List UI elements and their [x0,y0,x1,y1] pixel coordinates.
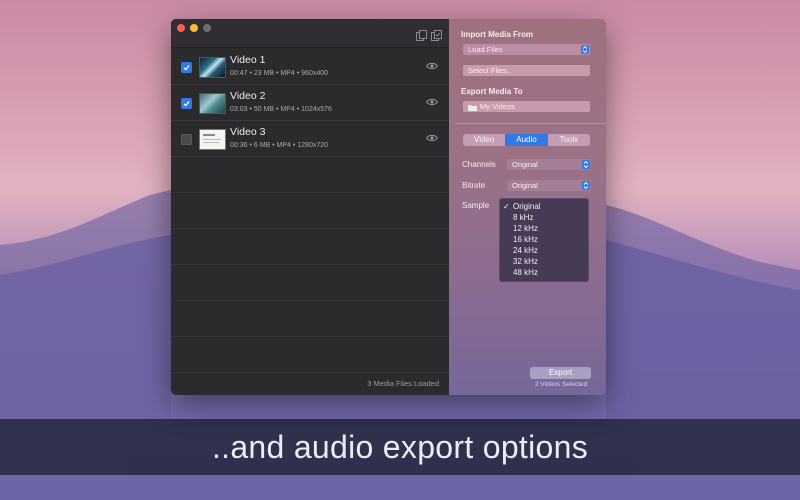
caption-text: ..and audio export options [211,428,589,465]
video-3-title: Video 3 [230,126,266,138]
sample-option-16khz[interactable]: 16 kHz [500,234,588,245]
settings-tabs: Video Audio Tools [463,134,590,146]
bottom-strip [0,475,800,500]
load-files-popup[interactable]: Load Files [463,44,590,55]
empty-row [171,228,449,265]
settings-pane: Import Media From Load Files Select File… [449,19,606,395]
video-1-title: Video 1 [230,54,266,66]
checkmark-icon: ✓ [503,202,510,211]
files-loaded-status: 3 Media Files Loaded [367,379,439,388]
video-2-meta: 03:03 • 50 MB • MP4 • 1024x576 [230,106,332,113]
video-3-checkbox[interactable] [181,134,192,145]
sample-dropdown-menu[interactable]: ✓ Original 8 kHz 12 kHz 16 kHz 24 kHz 32 … [499,198,589,282]
sample-option-48khz[interactable]: 48 kHz [500,267,588,278]
empty-row [171,300,449,337]
video-2-title: Video 2 [230,90,266,102]
stepper-icon [581,45,589,54]
export-button[interactable]: Export [530,367,591,379]
eye-icon[interactable] [426,98,438,106]
my-videos-label: My Videos [480,102,515,111]
export-status: 2 Videos Selected [535,381,588,388]
video-2-thumbnail [199,93,226,114]
sample-option-8khz[interactable]: 8 kHz [500,212,588,223]
empty-row [171,156,449,193]
channels-value: Original [512,160,538,169]
select-files-label: Select Files.. [468,66,511,75]
eye-icon[interactable] [426,62,438,70]
close-light[interactable] [177,24,185,32]
import-label: Import Media From [461,30,534,39]
video-3-meta: 00:36 • 6 MB • MP4 • 1280x720 [230,142,329,149]
empty-row [171,264,449,301]
video-row-3[interactable]: Video 3 00:36 • 6 MB • MP4 • 1280x720 [171,120,449,157]
zoom-light[interactable] [203,24,211,32]
stepper-icon [582,160,590,169]
media-list-pane: Video 1 00:47 • 23 MB • MP4 • 960x400 Vi… [171,19,449,395]
sample-option-original[interactable]: ✓ Original [500,201,588,212]
stepper-icon [582,181,590,190]
video-3-thumbnail [199,129,226,150]
minimize-light[interactable] [190,24,198,32]
titlebar [171,19,449,48]
eye-icon[interactable] [426,134,438,142]
channels-popup[interactable]: Original [507,159,591,170]
tab-video[interactable]: Video [463,134,505,146]
video-1-thumbnail [199,57,226,78]
my-videos-popup[interactable]: My Videos [463,101,590,112]
select-files-button[interactable]: Select Files.. [463,65,590,76]
video-2-checkbox[interactable] [181,98,192,109]
empty-row [171,336,449,373]
sample-option-12khz[interactable]: 12 kHz [500,223,588,234]
app-window: Video 1 00:47 • 23 MB • MP4 • 960x400 Vi… [171,19,606,395]
video-row-1[interactable]: Video 1 00:47 • 23 MB • MP4 • 960x400 [171,48,449,85]
copy-icon[interactable] [416,28,427,41]
folder-icon [468,104,477,111]
tab-tools[interactable]: Tools [548,134,590,146]
bitrate-label: Bitrate [462,181,486,190]
copy-check-icon[interactable] [431,28,442,41]
sample-option-24khz[interactable]: 24 kHz [500,245,588,256]
sample-label: Sample [462,201,490,210]
divider [455,123,606,124]
bitrate-popup[interactable]: Original [507,180,591,191]
bitrate-value: Original [512,181,538,190]
caption-band: ..and audio export options [0,419,800,475]
video-1-checkbox[interactable] [181,62,192,73]
channels-label: Channels [462,160,496,169]
sample-option-32khz[interactable]: 32 kHz [500,256,588,267]
video-row-2[interactable]: Video 2 03:03 • 50 MB • MP4 • 1024x576 [171,84,449,121]
tab-audio[interactable]: Audio [505,134,548,146]
load-files-value: Load Files [468,45,503,54]
export-label: Export Media To [461,87,523,96]
empty-row [171,192,449,229]
video-1-meta: 00:47 • 23 MB • MP4 • 960x400 [230,70,329,77]
